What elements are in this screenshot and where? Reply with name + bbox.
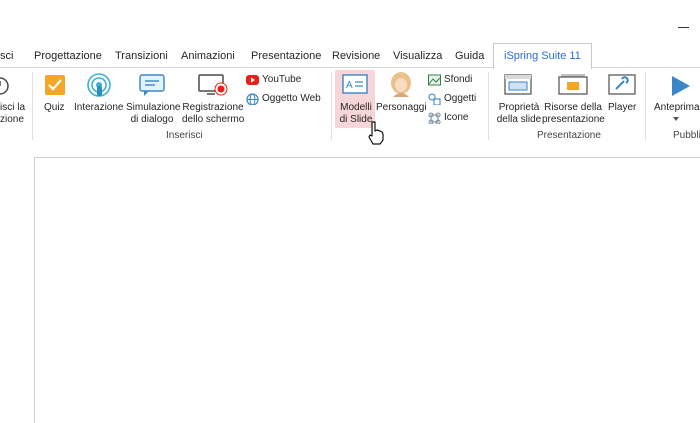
anteprima-button[interactable]: Anteprima [652,68,700,128]
simulazione-line2: di dialogo [130,114,174,125]
simulazione-dialogo-button[interactable]: Simulazione di dialogo [124,68,181,128]
proprieta-slide-button[interactable]: Proprietà della slide [494,68,542,128]
tab-inserisci-partial[interactable]: sci [0,44,13,68]
tab-revisione[interactable]: Revisione [332,44,380,68]
partial-insert-button[interactable]: isci la zione [0,68,28,128]
chevron-down-icon [673,117,679,121]
risorse-presentazione-button[interactable]: Risorse della presentazione [542,68,605,128]
tab-presentazione[interactable]: Presentazione [251,44,321,68]
risorse-line2: presentazione [542,114,605,125]
oggetto-web-label: Oggetto Web [262,93,321,104]
partial-insert-line1: isci la [0,102,26,113]
proprieta-line2: della slide [496,114,542,125]
tab-ispring-suite[interactable]: iSpring Suite 11 [493,43,592,69]
tab-transizioni[interactable]: Transizioni [115,44,168,68]
registrazione-line2: dello schermo [182,114,245,125]
tab-animazioni[interactable]: Animazioni [181,44,235,68]
icons-icon [428,112,441,124]
presentazione-group-label: Presentazione [537,130,601,141]
inserisci-group-label: Inserisci [166,130,203,141]
slide-templates-icon: A [342,74,368,94]
svg-text:A: A [346,80,353,91]
anteprima-label: Anteprima [654,102,700,113]
youtube-icon [246,75,259,85]
tab-guida[interactable]: Guida [455,44,484,68]
quiz-label: Quiz [44,102,65,113]
play-preview-icon [672,76,690,96]
youtube-button[interactable]: YouTube [246,72,316,88]
youtube-label: YouTube [262,74,302,85]
tab-progettazione[interactable]: Progettazione [34,44,102,68]
oggetti-label: Oggetti [444,93,477,104]
player-settings-icon [608,74,636,95]
registrazione-schermo-button[interactable]: Registrazione dello schermo [180,68,244,128]
title-bar [0,0,700,44]
group-separator [32,72,33,140]
icone-label: Icone [444,112,469,123]
objects-icon [428,93,441,105]
risorse-line1: Risorse della [544,102,602,113]
backgrounds-icon [428,74,441,86]
clock-icon [0,77,9,95]
interazione-button[interactable]: Interazione [74,68,124,128]
sfondi-label: Sfondi [444,74,473,85]
simulazione-line1: Simulazione [126,102,181,113]
icone-button[interactable]: Icone [428,110,478,126]
ribbon-tabs: sci Progettazione Transizioni Animazioni… [0,43,700,69]
pubblica-group-label: Pubblic [673,130,700,141]
minimize-icon[interactable] [678,27,689,28]
quiz-checkbox-icon [45,75,65,95]
web-object-globe-icon [246,93,259,105]
dialogue-simulation-icon [139,74,165,96]
interaction-touch-icon [87,73,111,97]
screen-recording-icon [198,74,228,96]
proprieta-line1: Proprietà [498,102,540,113]
oggetti-button[interactable]: Oggetti [428,91,480,107]
sfondi-button[interactable]: Sfondi [428,72,478,88]
player-button[interactable]: Player [606,68,638,128]
modelli-di-slide-button[interactable]: A Modelli di Slide [335,68,375,128]
group-separator [645,72,646,140]
presentation-resources-icon [558,74,588,95]
group-separator [488,72,489,140]
personaggi-button[interactable]: Personaggi [376,68,427,128]
slide-properties-icon [504,74,532,95]
interazione-label: Interazione [74,102,124,113]
ribbon: isci la zione Quiz Interazione Simulazio… [0,67,700,145]
personaggi-label: Personaggi [376,102,427,113]
group-separator [331,72,332,140]
registrazione-line1: Registrazione [182,102,244,113]
modelli-line1: Modelli [340,102,372,113]
tab-visualizza[interactable]: Visualizza [393,44,442,68]
player-label: Player [608,102,637,113]
quiz-button[interactable]: Quiz [38,68,72,128]
hand-pointer-cursor-icon [368,121,384,145]
oggetto-web-button[interactable]: Oggetto Web [246,91,326,107]
character-icon [391,72,411,97]
slide-canvas[interactable] [34,157,700,423]
partial-insert-line2: zione [0,114,24,125]
